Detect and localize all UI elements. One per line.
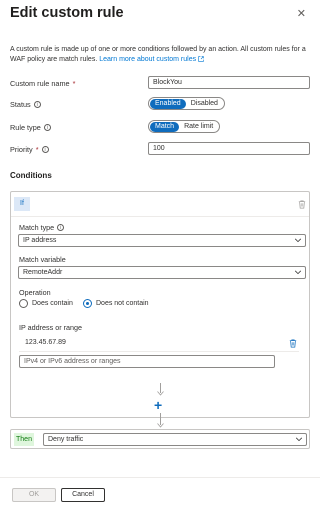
- status-toggle[interactable]: Enabled Disabled: [148, 97, 225, 110]
- ok-button[interactable]: OK: [12, 488, 56, 502]
- priority-input[interactable]: 100: [148, 142, 310, 155]
- operation-not-contains-label: Does not contain: [96, 300, 149, 307]
- rule-name-label: Custom rule name *: [10, 79, 75, 88]
- rule-name-input[interactable]: BlockYou: [148, 76, 310, 89]
- status-option-enabled[interactable]: Enabled: [150, 98, 186, 109]
- ip-list-row: 123.45.67.89: [19, 335, 299, 352]
- then-tag: Then: [14, 433, 34, 446]
- action-dropdown[interactable]: Deny traffic: [43, 433, 307, 446]
- rule-type-toggle[interactable]: Match Rate limit: [148, 120, 221, 133]
- conditions-heading: Conditions: [10, 171, 52, 180]
- info-icon[interactable]: i: [57, 224, 65, 231]
- delete-condition-icon[interactable]: [298, 200, 306, 209]
- match-variable-label: Match variable: [19, 255, 66, 264]
- info-icon[interactable]: i: [41, 146, 49, 153]
- close-icon[interactable]: ✕: [297, 7, 306, 20]
- required-marker: *: [72, 79, 76, 88]
- required-marker: *: [35, 145, 39, 154]
- rule-type-label-text: Rule type: [10, 123, 41, 132]
- match-type-label-text: Match type: [19, 223, 55, 232]
- delete-ip-icon[interactable]: [289, 339, 297, 348]
- description: A custom rule is made up of one or more …: [10, 45, 312, 65]
- chevron-down-icon: [295, 437, 303, 442]
- rule-type-label: Rule type i: [10, 123, 51, 132]
- condition-header: If: [11, 192, 309, 217]
- priority-label-text: Priority: [10, 145, 33, 154]
- rule-type-option-match[interactable]: Match: [150, 121, 180, 132]
- ip-input[interactable]: IPv4 or IPv6 address or ranges: [19, 355, 275, 368]
- add-condition-icon[interactable]: +: [154, 398, 162, 412]
- footer-divider: [0, 477, 320, 478]
- info-icon[interactable]: i: [43, 124, 51, 131]
- status-label-text: Status: [10, 100, 31, 109]
- chevron-down-icon: [294, 238, 302, 243]
- operation-contains-label: Does contain: [32, 300, 73, 307]
- if-tag: If: [14, 197, 30, 211]
- page-title: Edit custom rule: [10, 5, 124, 21]
- operation-label: Operation: [19, 288, 51, 297]
- match-variable-value: RemoteAddr: [23, 269, 63, 276]
- match-variable-dropdown[interactable]: RemoteAddr: [18, 266, 306, 279]
- action-value: Deny traffic: [48, 436, 84, 443]
- match-type-dropdown[interactable]: IP address: [18, 234, 306, 247]
- match-type-label: Match type i: [19, 223, 65, 232]
- arrow-down-icon: [157, 391, 164, 396]
- radio-unselected[interactable]: [19, 299, 28, 308]
- cancel-button[interactable]: Cancel: [61, 488, 105, 502]
- radio-selected[interactable]: [83, 299, 92, 308]
- operation-radio-not-contains[interactable]: Does not contain: [83, 299, 149, 308]
- learn-more-link[interactable]: Learn more about custom rules: [99, 56, 196, 63]
- ip-value[interactable]: 123.45.67.89: [25, 339, 66, 346]
- rule-name-label-text: Custom rule name: [10, 79, 70, 88]
- status-option-disabled[interactable]: Disabled: [186, 99, 223, 109]
- status-label: Status i: [10, 100, 41, 109]
- rule-type-option-rate-limit[interactable]: Rate limit: [179, 122, 218, 132]
- arrow-down-icon: [157, 423, 164, 428]
- info-icon[interactable]: i: [33, 101, 41, 108]
- match-type-value: IP address: [23, 237, 57, 244]
- action-card: Then Deny traffic: [10, 429, 310, 449]
- external-link-icon[interactable]: [198, 56, 204, 62]
- priority-label: Priority * i: [10, 145, 49, 154]
- ip-range-label: IP address or range: [19, 323, 82, 332]
- chevron-down-icon: [294, 270, 302, 275]
- operation-radio-contains[interactable]: Does contain: [19, 299, 73, 308]
